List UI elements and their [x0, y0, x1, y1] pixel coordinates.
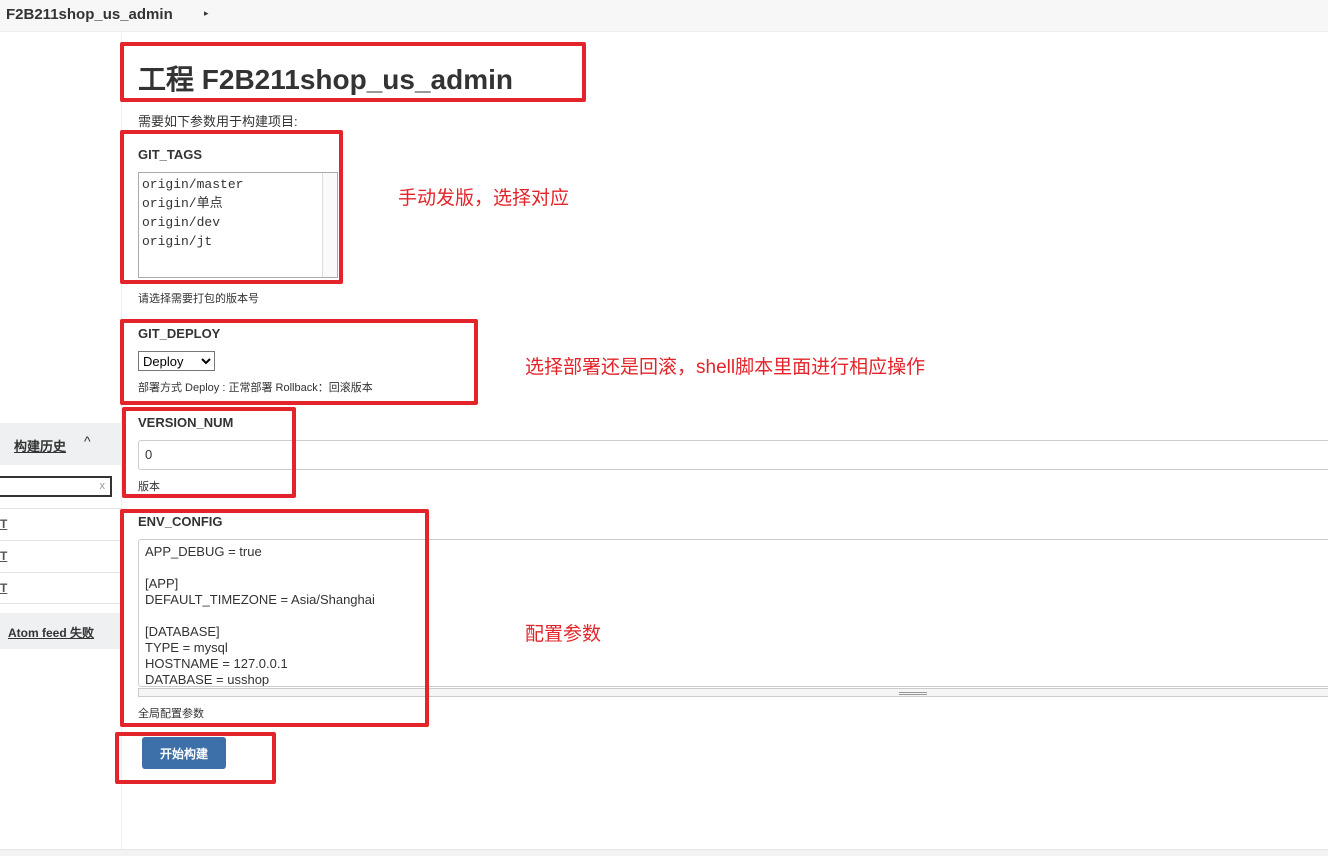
annotation-box	[120, 509, 429, 727]
annotation-box	[120, 319, 478, 405]
top-bar: F2B211shop_us_admin ▸	[0, 0, 1328, 32]
history-link[interactable]: T	[0, 517, 7, 531]
annotation-box	[122, 407, 296, 498]
history-row[interactable]: T	[0, 508, 122, 540]
breadcrumb-project[interactable]: F2B211shop_us_admin	[6, 6, 173, 23]
annotation-box	[120, 42, 586, 102]
clear-icon[interactable]: x	[100, 480, 106, 492]
history-link[interactable]: T	[0, 549, 7, 563]
atom-feed-failed-link[interactable]: Atom feed 失败	[8, 624, 94, 641]
footer-bar	[0, 849, 1328, 856]
build-history-search-input[interactable]: x	[0, 476, 112, 497]
grip-icon	[899, 692, 927, 695]
git-tags-desc: 请选择需要打包的版本号	[138, 293, 259, 305]
breadcrumb-arrow-icon[interactable]: ▸	[204, 8, 209, 19]
annotation-note: 手动发版，选择对应	[398, 188, 570, 209]
atom-feed-bar: Atom feed 失败	[0, 613, 122, 649]
annotation-note: 选择部署还是回滚，shell脚本里面进行相应操作	[525, 357, 926, 378]
annotation-note: 配置参数	[525, 624, 602, 645]
intro-text: 需要如下参数用于构建项目:	[138, 114, 298, 129]
history-link[interactable]: T	[0, 581, 7, 595]
build-history-title[interactable]: 构建历史	[14, 436, 66, 455]
annotation-box	[120, 130, 343, 284]
annotation-box	[115, 732, 276, 784]
version-num-input[interactable]: 0	[138, 440, 1328, 470]
history-row[interactable]: T	[0, 540, 122, 572]
chevron-up-icon[interactable]: ^	[84, 433, 91, 449]
history-row[interactable]: T	[0, 572, 122, 604]
build-history-header: 构建历史 ^	[0, 423, 122, 465]
